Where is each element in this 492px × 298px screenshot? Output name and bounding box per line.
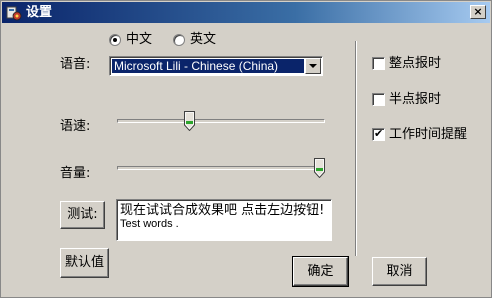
cancel-button[interactable]: 取消 — [372, 257, 427, 286]
voice-select[interactable]: Microsoft Lili - Chinese (China) — [109, 56, 323, 76]
radio-chinese-label: 中文 — [126, 32, 153, 47]
test-text-line1: 现在试试合成效果吧 点击左边按钮! — [120, 203, 325, 218]
close-button[interactable]: × — [470, 5, 486, 19]
checkbox-work-time-reminder[interactable] — [372, 127, 385, 141]
ok-button[interactable]: 确定 — [292, 256, 349, 287]
radio-english-label: 英文 — [190, 32, 217, 47]
test-button[interactable]: 测试: — [60, 201, 105, 229]
checkbox-hourly-chime-label: 整点报时 — [389, 56, 442, 71]
checkbox-hourly-chime[interactable] — [372, 57, 385, 70]
window-title: 设置 — [26, 5, 53, 20]
chevron-down-icon[interactable] — [305, 58, 321, 74]
volume-slider-thumb[interactable] — [314, 158, 325, 178]
volume-slider-track[interactable] — [117, 166, 325, 170]
test-text-input[interactable]: 现在试试合成效果吧 点击左边按钮! Test words . — [116, 199, 332, 241]
radio-english[interactable] — [173, 34, 185, 46]
checkbox-work-time-reminder-label: 工作时间提醒 — [389, 127, 468, 142]
voice-label: 语音: — [60, 57, 91, 72]
settings-window: 设置 × 中文 英文 语音: Microsoft Lili - Chinese … — [0, 0, 492, 298]
radio-chinese[interactable] — [109, 34, 121, 46]
app-icon — [6, 6, 22, 21]
speed-slider-thumb[interactable] — [184, 111, 195, 131]
speed-slider-track[interactable] — [117, 119, 325, 123]
checkbox-half-hour-chime-label: 半点报时 — [389, 92, 442, 107]
test-text-line2: Test words . — [120, 218, 179, 230]
default-button[interactable]: 默认值 — [60, 248, 109, 278]
volume-label: 音量: — [60, 166, 91, 181]
vertical-divider — [355, 41, 357, 256]
title-bar[interactable]: 设置 × — [2, 2, 490, 23]
checkbox-half-hour-chime[interactable] — [372, 93, 385, 106]
voice-select-value: Microsoft Lili - Chinese (China) — [112, 59, 304, 73]
speed-label: 语速: — [60, 119, 91, 134]
